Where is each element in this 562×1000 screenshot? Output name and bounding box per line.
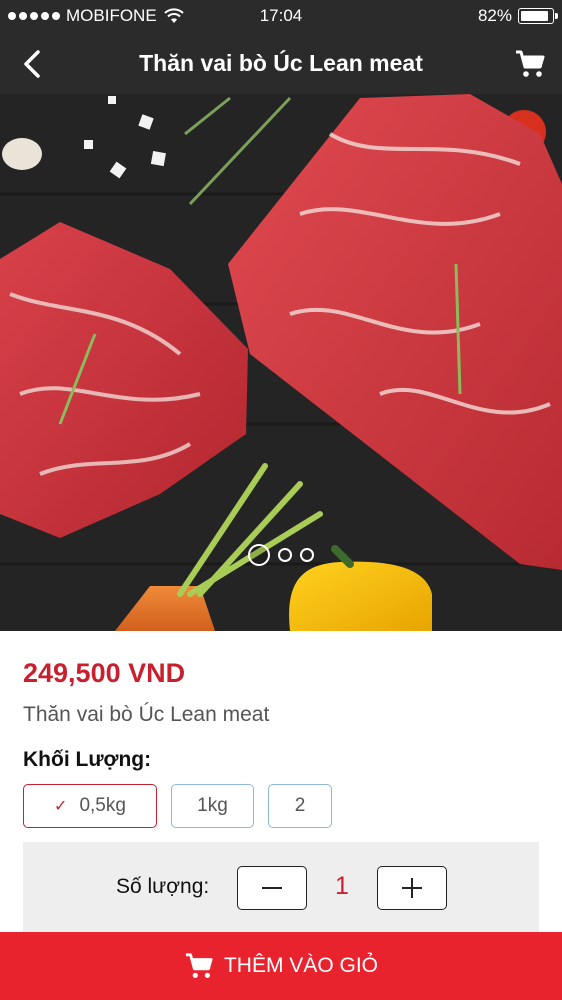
quantity-value: 1 xyxy=(335,872,349,900)
product-name: Thăn vai bò Úc Lean meat xyxy=(23,703,270,726)
carousel-dot-1[interactable] xyxy=(248,544,270,566)
quantity-panel: Số lượng: 1 xyxy=(23,842,539,932)
add-to-cart-label: THÊM VÀO GIỎ xyxy=(223,954,378,977)
carousel-dot-2[interactable] xyxy=(278,548,292,562)
back-button[interactable] xyxy=(12,44,52,84)
page-title: Thăn vai bò Úc Lean meat xyxy=(139,50,423,76)
back-chevron-icon xyxy=(24,50,40,78)
weight-option-1kg[interactable]: 1kg xyxy=(171,784,254,828)
quantity-label: Số lượng: xyxy=(116,875,210,898)
weight-options: ✓ 0,5kg 1kg 2 xyxy=(23,784,332,828)
weight-option-label: 1kg xyxy=(197,795,228,816)
add-to-cart-button[interactable]: THÊM VÀO GIỎ xyxy=(0,932,562,1000)
cart-button[interactable] xyxy=(510,44,550,84)
weight-option-0-5kg[interactable]: ✓ 0,5kg xyxy=(23,784,157,828)
carousel-dot-3[interactable] xyxy=(300,548,314,562)
status-right: 82% xyxy=(477,6,558,26)
product-image-carousel[interactable] xyxy=(0,94,562,631)
plus-icon xyxy=(402,878,422,898)
product-price: 249,500 VND xyxy=(23,658,186,688)
weight-option-label: 0,5kg xyxy=(79,795,126,816)
status-bar: MOBIFONE 17:04 82% xyxy=(0,0,562,32)
check-icon: ✓ xyxy=(54,798,68,815)
battery-percent: 82% xyxy=(477,6,512,25)
weight-option-label: 2 xyxy=(294,795,306,816)
weight-option-2[interactable]: 2 xyxy=(268,784,332,828)
cart-icon xyxy=(185,953,213,978)
quantity-increase-button[interactable] xyxy=(377,866,447,910)
top-nav-bar: Thăn vai bò Úc Lean meat xyxy=(0,32,562,94)
cart-icon xyxy=(516,50,545,77)
carousel-indicators xyxy=(0,544,562,566)
quantity-decrease-button[interactable] xyxy=(237,866,307,910)
weight-label: Khối Lượng: xyxy=(23,748,152,771)
battery-icon xyxy=(518,8,558,24)
minus-icon xyxy=(262,887,282,889)
